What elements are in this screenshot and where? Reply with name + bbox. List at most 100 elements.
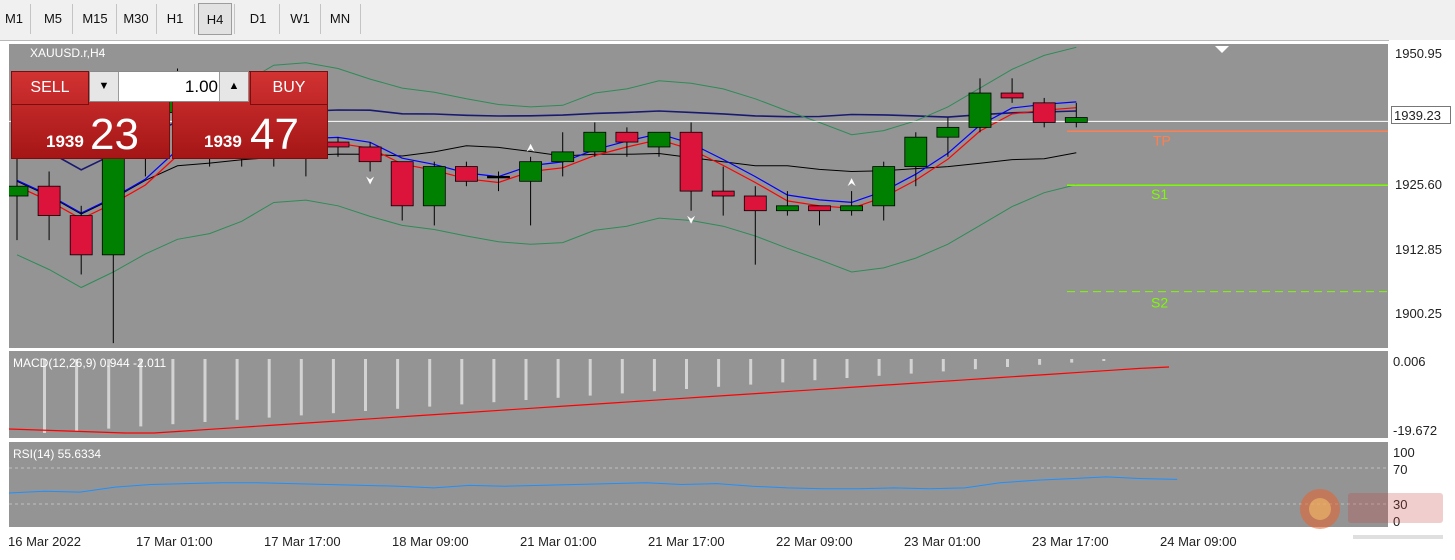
lot-size-stepper: ▼ ▲ [89, 71, 249, 102]
time-axis-label: 23 Mar 17:00 [1032, 534, 1109, 549]
macd-histogram-bar [652, 359, 656, 392]
candle-body [647, 131, 671, 148]
macd-histogram-bar [813, 359, 817, 381]
toolbar-separator [156, 4, 157, 34]
rsi-line [9, 476, 1178, 494]
candle-body [1032, 102, 1056, 123]
candle-body [37, 185, 61, 217]
toolbar-separator [320, 4, 321, 34]
candle-body [711, 190, 735, 197]
time-axis-label: 17 Mar 17:00 [264, 534, 341, 549]
candle-body [808, 205, 831, 212]
time-axis-label: 21 Mar 17:00 [648, 534, 725, 549]
macd-histogram-bar [492, 359, 496, 403]
macd-axis-label: 0.006 [1393, 354, 1426, 369]
toolbar-separator [234, 4, 235, 34]
s1-level-label: S1 [1151, 186, 1168, 202]
fractal-up-icon [847, 178, 856, 187]
candle-body [454, 166, 478, 182]
timeframe-w1[interactable]: W1 [282, 3, 318, 35]
time-axis-label: 22 Mar 09:00 [776, 534, 853, 549]
macd-histogram-bar [588, 359, 592, 396]
candle-body [69, 215, 93, 256]
macd-histogram-bar [235, 359, 239, 420]
macd-histogram-bar [299, 359, 303, 416]
candle-body [679, 131, 703, 192]
timeframe-m15[interactable]: M15 [76, 3, 114, 35]
candle-body [101, 156, 125, 256]
macd-histogram-bar [877, 359, 881, 376]
current-price-tag: 1939.23 [1391, 106, 1451, 124]
chevron-down-icon: ▼ [98, 80, 110, 92]
timeframe-mn[interactable]: MN [322, 3, 358, 35]
rsi-label: RSI(14) 55.6334 [13, 447, 102, 461]
watermark-logo [1298, 485, 1448, 555]
rsi-panel[interactable] [8, 441, 1389, 528]
candle-body [551, 151, 575, 163]
macd-histogram-bar [941, 359, 945, 372]
macd-histogram-bar [749, 359, 753, 385]
one-click-trading-panel: SELL 1939 23 BUY 1939 47 ▼ ▲ [11, 71, 328, 159]
macd-histogram-bar [1006, 359, 1009, 367]
time-axis-label: 23 Mar 01:00 [904, 534, 981, 549]
candle-body [615, 131, 639, 143]
chart-shift-icon [1215, 46, 1229, 53]
macd-histogram-bar [43, 359, 46, 433]
macd-histogram-bar [364, 359, 367, 411]
candle-body [904, 136, 928, 167]
toolbar-separator [30, 4, 31, 34]
time-axis-label: 24 Mar 09:00 [1160, 534, 1237, 549]
macd-histogram-bar [267, 359, 271, 418]
macd-histogram-bar [1070, 359, 1074, 363]
candle-body [422, 166, 446, 207]
buy-price-main: 47 [250, 110, 299, 159]
macd-histogram-bar [620, 359, 624, 394]
candle-body [936, 126, 960, 138]
price-axis-label: 1912.85 [1395, 242, 1442, 257]
lot-size-input[interactable] [120, 72, 218, 101]
fractal-down-icon [366, 176, 375, 185]
symbol-label: XAUUSD.r,H4 [30, 46, 106, 60]
candle-body [872, 166, 896, 207]
chevron-up-icon: ▲ [228, 80, 240, 92]
price-axis-label: 1950.95 [1395, 46, 1442, 61]
timeframe-d1[interactable]: D1 [239, 3, 277, 35]
macd-histogram-bar [396, 359, 400, 409]
time-axis-label: 21 Mar 01:00 [520, 534, 597, 549]
candle-body [840, 205, 863, 212]
timeframe-h1[interactable]: H1 [158, 3, 192, 35]
candle-body [776, 205, 799, 212]
macd-histogram-bar [556, 359, 560, 398]
lot-decrease-button[interactable]: ▼ [90, 72, 119, 101]
macd-histogram-bar [1102, 359, 1106, 361]
macd-histogram-bar [460, 359, 464, 405]
toolbar-separator [72, 4, 73, 34]
rsi-chart [9, 467, 1388, 505]
s2-level-label: S2 [1151, 295, 1168, 311]
macd-histogram-bar [1038, 359, 1042, 365]
toolbar-separator [279, 4, 280, 34]
fractal-down-icon [687, 215, 696, 224]
timeframe-h4[interactable]: H4 [198, 3, 232, 35]
macd-histogram-bar [973, 359, 977, 370]
rsi-axis-label: 70 [1393, 462, 1408, 477]
macd-histogram-bar [428, 359, 432, 407]
toolbar-separator [360, 4, 361, 34]
timeframe-m30[interactable]: M30 [118, 3, 154, 35]
tp-level-label: TP [1153, 132, 1171, 148]
sell-price-prefix: 1939 [46, 132, 84, 151]
candle-body [1064, 117, 1088, 123]
timeframe-m1[interactable]: M1 [0, 3, 28, 35]
macd-histogram-bar [171, 359, 175, 425]
time-axis-label: 17 Mar 01:00 [136, 534, 213, 549]
lot-increase-button[interactable]: ▲ [219, 72, 248, 101]
time-axis-label: 16 Mar 2022 [8, 534, 81, 549]
timeframe-m5[interactable]: M5 [36, 3, 70, 35]
macd-histogram-bar [717, 359, 721, 387]
macd-histogram-bar [781, 359, 785, 383]
macd-histogram-bar [909, 359, 913, 374]
macd-panel[interactable] [8, 350, 1389, 439]
macd-axis-label: -19.672 [1393, 423, 1438, 438]
macd-histogram-bar [524, 359, 528, 400]
sell-price-main: 23 [90, 110, 139, 159]
